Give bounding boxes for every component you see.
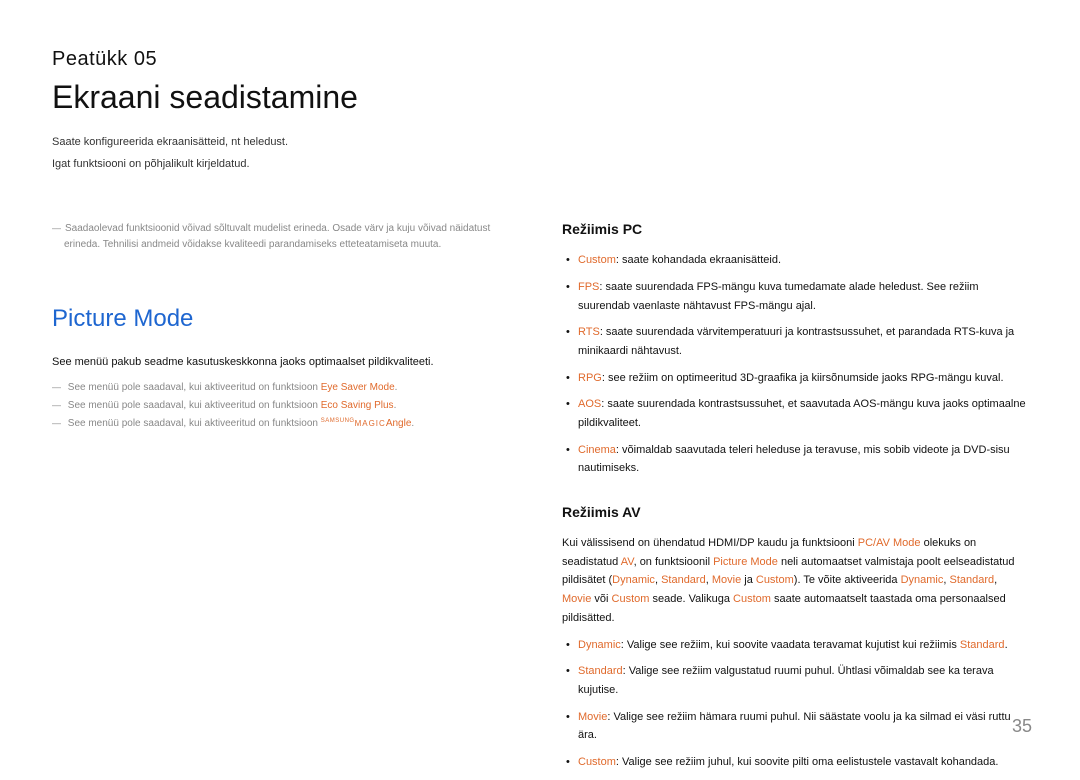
- chapter-label: Peatükk 05: [52, 48, 1028, 71]
- pc-mode-heading: Režiimis PC: [562, 221, 1028, 237]
- picture-mode-desc: See menüü pakub seadme kasutuskeskkonna …: [52, 353, 512, 372]
- list-item: Dynamic: Valige see režiim, kui soovite …: [562, 636, 1028, 655]
- list-item: Cinema: võimaldab saavutada teleri heled…: [562, 441, 1028, 478]
- list-item: RPG: see režiim on optimeeritud 3D-graaf…: [562, 369, 1028, 388]
- page-number: 35: [1012, 716, 1032, 737]
- chapter-title: Ekraani seadistamine: [52, 79, 1028, 116]
- note-eye-saver: See menüü pole saadaval, kui aktiveeritu…: [52, 380, 512, 396]
- av-mode-paragraph: Kui välissisend on ühendatud HDMI/DP kau…: [562, 534, 1028, 627]
- list-item: Custom: saate kohandada ekraanisätteid.: [562, 251, 1028, 270]
- list-item: Standard: Valige see režiim valgustatud …: [562, 662, 1028, 699]
- note-eco-saving: See menüü pole saadaval, kui aktiveeritu…: [52, 398, 512, 414]
- av-mode-list: Dynamic: Valige see režiim, kui soovite …: [562, 636, 1028, 772]
- chapter-intro-2: Igat funktsiooni on põhjalikult kirjelda…: [52, 156, 1028, 174]
- list-item: FPS: saate suurendada FPS-mängu kuva tum…: [562, 278, 1028, 315]
- av-mode-heading: Režiimis AV: [562, 504, 1028, 520]
- samsung-magic-brand: SAMSUNGMAGIC: [321, 418, 386, 428]
- section-heading-picture-mode: Picture Mode: [52, 305, 512, 333]
- pc-mode-list: Custom: saate kohandada ekraanisätteid. …: [562, 251, 1028, 478]
- right-column: Režiimis PC Custom: saate kohandada ekra…: [562, 221, 1028, 779]
- chapter-intro-1: Saate konfigureerida ekraanisätteid, nt …: [52, 134, 1028, 152]
- note-magic-angle: See menüü pole saadaval, kui aktiveeritu…: [52, 416, 512, 432]
- list-item: RTS: saate suurendada värvitemperatuuri …: [562, 323, 1028, 360]
- list-item: AOS: saate suurendada kontrastsussuhet, …: [562, 395, 1028, 432]
- top-footnote: Saadaolevad funktsioonid võivad sõltuval…: [52, 221, 512, 253]
- list-item: Custom: Valige see režiim juhul, kui soo…: [562, 753, 1028, 772]
- left-column: Saadaolevad funktsioonid võivad sõltuval…: [52, 221, 512, 779]
- list-item: Movie: Valige see režiim hämara ruumi pu…: [562, 708, 1028, 745]
